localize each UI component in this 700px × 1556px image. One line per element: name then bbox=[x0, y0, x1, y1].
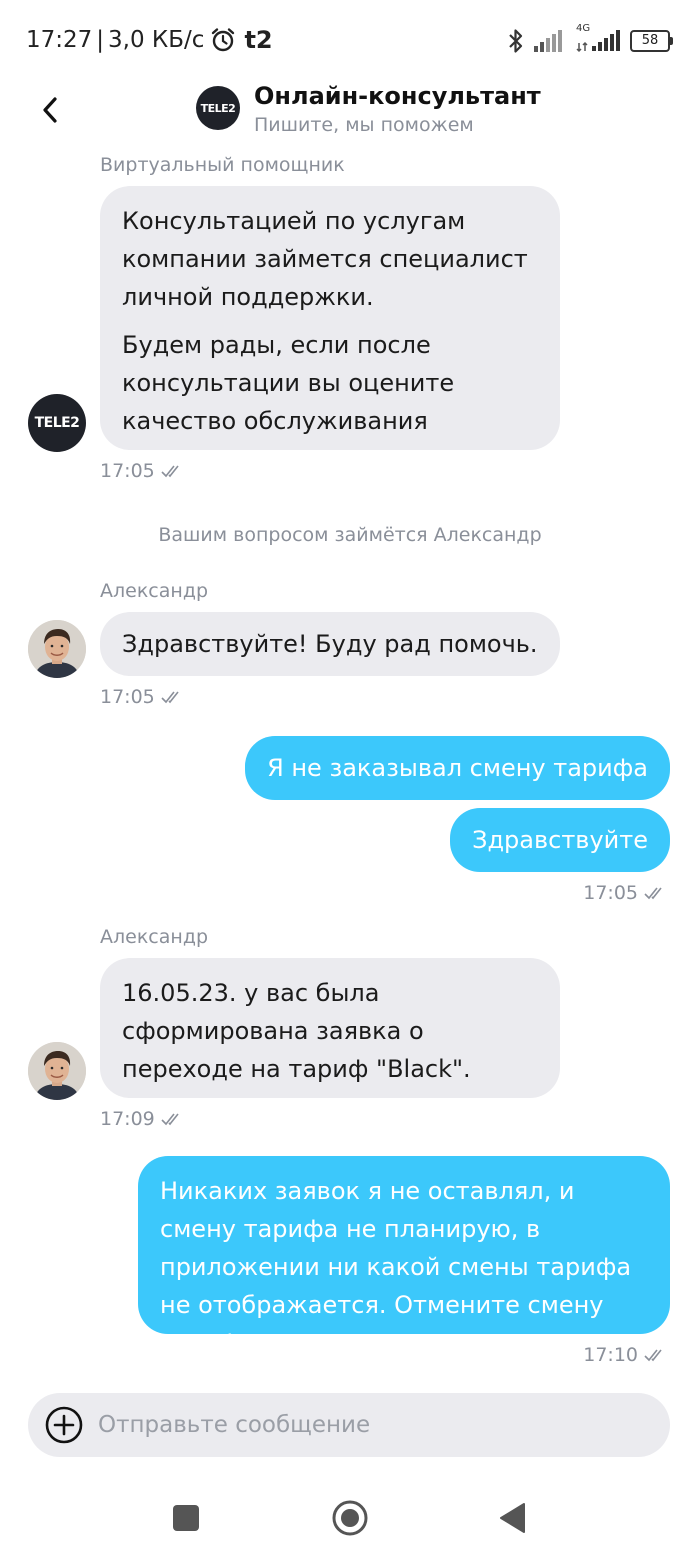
page-title: Онлайн-консультант bbox=[254, 82, 541, 110]
message-sender: Виртуальный помощник bbox=[100, 154, 345, 176]
agent-avatar bbox=[28, 1042, 86, 1100]
message-text: Будем рады, если после консультации вы о… bbox=[122, 331, 455, 435]
time-label: 17:10 bbox=[583, 1344, 638, 1366]
recents-button[interactable] bbox=[160, 1492, 212, 1544]
assistant-avatar: TELE2 bbox=[28, 394, 86, 452]
message-sender: Александр bbox=[100, 580, 209, 602]
message-timestamp: 17:05 bbox=[583, 882, 666, 904]
carrier-logo: t2 bbox=[244, 26, 273, 54]
message-text: Я не заказывал смену тарифа bbox=[267, 754, 648, 782]
message-text: Никаких заявок я не оставлял, и смену та… bbox=[160, 1177, 632, 1357]
agent-avatar bbox=[28, 620, 86, 678]
double-check-icon bbox=[644, 887, 662, 900]
back-button[interactable] bbox=[30, 92, 70, 128]
message-text: Консультацией по услугам компании займет… bbox=[122, 207, 528, 311]
back-nav-button[interactable] bbox=[486, 1492, 538, 1544]
time-label: 17:05 bbox=[583, 882, 638, 904]
square-icon bbox=[173, 1505, 199, 1531]
status-left: 17:27 | 3,0 КБ/с t2 bbox=[26, 26, 273, 54]
network-type-label: 4G bbox=[576, 23, 591, 34]
outgoing-message-bubble[interactable]: Я не заказывал смену тарифа bbox=[245, 736, 670, 800]
message-composer bbox=[28, 1393, 670, 1457]
status-bar: 17:27 | 3,0 КБ/с t2 4G 58 bbox=[0, 0, 700, 84]
incoming-message-bubble[interactable]: Здравствуйте! Буду рад помочь. bbox=[100, 612, 560, 676]
incoming-message-bubble[interactable]: 16.05.23. у вас была сформирована заявка… bbox=[100, 958, 560, 1098]
triangle-back-icon bbox=[500, 1503, 525, 1533]
double-check-icon bbox=[161, 465, 179, 478]
status-speed: 3,0 КБ/с bbox=[108, 27, 205, 53]
status-time: 17:27 bbox=[26, 27, 93, 53]
message-text: 16.05.23. у вас была сформирована заявка… bbox=[122, 979, 471, 1083]
tele2-logo: TELE2 bbox=[196, 86, 240, 130]
home-button[interactable] bbox=[324, 1492, 376, 1544]
time-label: 17:05 bbox=[100, 460, 155, 482]
message-sender: Александр bbox=[100, 926, 209, 948]
system-note: Вашим вопросом займётся Александр bbox=[158, 524, 542, 546]
circle-home-icon bbox=[332, 1500, 368, 1536]
chat-header: TELE2 Онлайн-консультант Пишите, мы помо… bbox=[0, 78, 700, 142]
message-text: Здравствуйте bbox=[472, 826, 648, 854]
page-subtitle: Пишите, мы поможем bbox=[254, 114, 474, 136]
status-separator: | bbox=[96, 27, 105, 53]
message-timestamp: 17:09 bbox=[100, 1108, 183, 1130]
message-timestamp: 17:10 bbox=[583, 1344, 666, 1366]
incoming-message-bubble[interactable]: Консультацией по услугам компании займет… bbox=[100, 186, 560, 450]
status-right: 4G 58 bbox=[508, 23, 673, 54]
attach-button[interactable] bbox=[44, 1405, 84, 1445]
time-label: 17:05 bbox=[100, 686, 155, 708]
signal-icon bbox=[534, 30, 566, 52]
double-check-icon bbox=[161, 691, 179, 704]
message-timestamp: 17:05 bbox=[100, 686, 183, 708]
alarm-icon bbox=[210, 27, 236, 53]
chevron-left-icon bbox=[43, 97, 57, 123]
battery-indicator: 58 bbox=[630, 30, 673, 52]
message-text: Здравствуйте! Буду рад помочь. bbox=[122, 630, 538, 658]
bluetooth-icon bbox=[508, 28, 524, 54]
outgoing-message-bubble[interactable]: Здравствуйте bbox=[450, 808, 670, 872]
system-nav-bar bbox=[0, 1480, 700, 1556]
signal-4g-icon: 4G bbox=[576, 23, 620, 53]
message-timestamp: 17:05 bbox=[100, 460, 183, 482]
plus-circle-icon bbox=[45, 1406, 83, 1444]
outgoing-message-bubble[interactable]: Никаких заявок я не оставлял, и смену та… bbox=[138, 1156, 670, 1357]
double-check-icon bbox=[644, 1349, 662, 1362]
double-check-icon bbox=[161, 1113, 179, 1126]
message-input[interactable] bbox=[98, 1393, 648, 1457]
time-label: 17:09 bbox=[100, 1108, 155, 1130]
